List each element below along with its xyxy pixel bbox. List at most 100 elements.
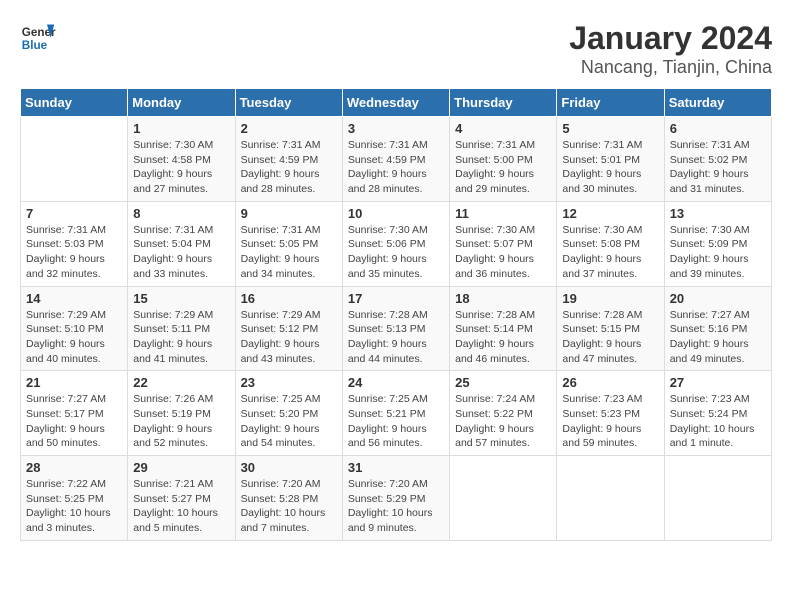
day-number: 6	[670, 121, 766, 136]
day-number: 29	[133, 460, 229, 475]
day-number: 22	[133, 375, 229, 390]
day-number: 19	[562, 291, 658, 306]
week-row-4: 21 Sunrise: 7:27 AMSunset: 5:17 PMDayligh…	[21, 371, 772, 456]
day-number: 25	[455, 375, 551, 390]
day-number: 23	[241, 375, 337, 390]
calendar-cell	[21, 117, 128, 202]
day-info: Sunrise: 7:29 AMSunset: 5:12 PMDaylight:…	[241, 308, 337, 367]
day-info: Sunrise: 7:28 AMSunset: 5:15 PMDaylight:…	[562, 308, 658, 367]
column-header-thursday: Thursday	[450, 89, 557, 117]
calendar-cell: 24 Sunrise: 7:25 AMSunset: 5:21 PMDayligh…	[342, 371, 449, 456]
calendar-cell: 16 Sunrise: 7:29 AMSunset: 5:12 PMDayligh…	[235, 286, 342, 371]
column-header-tuesday: Tuesday	[235, 89, 342, 117]
calendar-cell: 8 Sunrise: 7:31 AMSunset: 5:04 PMDaylight…	[128, 201, 235, 286]
day-info: Sunrise: 7:23 AMSunset: 5:23 PMDaylight:…	[562, 392, 658, 451]
day-number: 4	[455, 121, 551, 136]
day-info: Sunrise: 7:31 AMSunset: 5:01 PMDaylight:…	[562, 138, 658, 197]
calendar-cell: 29 Sunrise: 7:21 AMSunset: 5:27 PMDayligh…	[128, 456, 235, 541]
day-info: Sunrise: 7:26 AMSunset: 5:19 PMDaylight:…	[133, 392, 229, 451]
day-info: Sunrise: 7:25 AMSunset: 5:20 PMDaylight:…	[241, 392, 337, 451]
day-number: 18	[455, 291, 551, 306]
calendar-cell: 6Sunrise: 7:31 AMSunset: 5:02 PMDaylight…	[664, 117, 771, 202]
day-number: 13	[670, 206, 766, 221]
day-number: 30	[241, 460, 337, 475]
day-number: 8	[133, 206, 229, 221]
day-info: Sunrise: 7:22 AMSunset: 5:25 PMDaylight:…	[26, 477, 122, 536]
title-block: January 2024 Nancang, Tianjin, China	[569, 20, 772, 78]
day-info: Sunrise: 7:27 AMSunset: 5:17 PMDaylight:…	[26, 392, 122, 451]
calendar-table: SundayMondayTuesdayWednesdayThursdayFrid…	[20, 88, 772, 541]
calendar-cell: 21 Sunrise: 7:27 AMSunset: 5:17 PMDayligh…	[21, 371, 128, 456]
day-info: Sunrise: 7:28 AMSunset: 5:13 PMDaylight:…	[348, 308, 444, 367]
calendar-cell: 30Sunrise: 7:20 AMSunset: 5:28 PMDayligh…	[235, 456, 342, 541]
calendar-cell: 9Sunrise: 7:31 AMSunset: 5:05 PMDaylight…	[235, 201, 342, 286]
calendar-cell: 18 Sunrise: 7:28 AMSunset: 5:14 PMDayligh…	[450, 286, 557, 371]
day-info: Sunrise: 7:31 AMSunset: 5:04 PMDaylight:…	[133, 223, 229, 282]
calendar-cell: 13 Sunrise: 7:30 AMSunset: 5:09 PMDayligh…	[664, 201, 771, 286]
column-header-wednesday: Wednesday	[342, 89, 449, 117]
svg-text:Blue: Blue	[22, 39, 48, 52]
day-info: Sunrise: 7:30 AMSunset: 5:09 PMDaylight:…	[670, 223, 766, 282]
day-info: Sunrise: 7:27 AMSunset: 5:16 PMDaylight:…	[670, 308, 766, 367]
day-number: 21	[26, 375, 122, 390]
calendar-cell: 25 Sunrise: 7:24 AMSunset: 5:22 PMDayligh…	[450, 371, 557, 456]
page-subtitle: Nancang, Tianjin, China	[569, 57, 772, 78]
day-number: 17	[348, 291, 444, 306]
day-number: 31	[348, 460, 444, 475]
day-info: Sunrise: 7:21 AMSunset: 5:27 PMDaylight:…	[133, 477, 229, 536]
calendar-cell: 11Sunrise: 7:30 AMSunset: 5:07 PMDayligh…	[450, 201, 557, 286]
calendar-cell: 10Sunrise: 7:30 AMSunset: 5:06 PMDayligh…	[342, 201, 449, 286]
calendar-cell: 31 Sunrise: 7:20 AMSunset: 5:29 PMDayligh…	[342, 456, 449, 541]
logo: General Blue	[20, 20, 56, 56]
day-info: Sunrise: 7:31 AMSunset: 5:00 PMDaylight:…	[455, 138, 551, 197]
page-title: January 2024	[569, 20, 772, 57]
calendar-cell: 12 Sunrise: 7:30 AMSunset: 5:08 PMDayligh…	[557, 201, 664, 286]
day-number: 12	[562, 206, 658, 221]
calendar-cell: 15 Sunrise: 7:29 AMSunset: 5:11 PMDayligh…	[128, 286, 235, 371]
calendar-cell	[557, 456, 664, 541]
week-row-1: 1 Sunrise: 7:30 AMSunset: 4:58 PMDaylight…	[21, 117, 772, 202]
day-number: 26	[562, 375, 658, 390]
day-info: Sunrise: 7:31 AMSunset: 4:59 PMDaylight:…	[241, 138, 337, 197]
day-info: Sunrise: 7:25 AMSunset: 5:21 PMDaylight:…	[348, 392, 444, 451]
day-info: Sunrise: 7:23 AMSunset: 5:24 PMDaylight:…	[670, 392, 766, 451]
day-info: Sunrise: 7:30 AMSunset: 4:58 PMDaylight:…	[133, 138, 229, 197]
calendar-cell: 26 Sunrise: 7:23 AMSunset: 5:23 PMDayligh…	[557, 371, 664, 456]
column-header-saturday: Saturday	[664, 89, 771, 117]
calendar-cell: 28 Sunrise: 7:22 AMSunset: 5:25 PMDayligh…	[21, 456, 128, 541]
calendar-cell: 17 Sunrise: 7:28 AMSunset: 5:13 PMDayligh…	[342, 286, 449, 371]
day-info: Sunrise: 7:29 AMSunset: 5:10 PMDaylight:…	[26, 308, 122, 367]
day-number: 1	[133, 121, 229, 136]
day-info: Sunrise: 7:24 AMSunset: 5:22 PMDaylight:…	[455, 392, 551, 451]
calendar-cell: 22 Sunrise: 7:26 AMSunset: 5:19 PMDayligh…	[128, 371, 235, 456]
week-row-2: 7Sunrise: 7:31 AMSunset: 5:03 PMDaylight…	[21, 201, 772, 286]
page-header: General Blue January 2024 Nancang, Tianj…	[20, 20, 772, 78]
week-row-5: 28 Sunrise: 7:22 AMSunset: 5:25 PMDayligh…	[21, 456, 772, 541]
day-info: Sunrise: 7:29 AMSunset: 5:11 PMDaylight:…	[133, 308, 229, 367]
logo-icon: General Blue	[20, 20, 56, 56]
column-header-sunday: Sunday	[21, 89, 128, 117]
calendar-cell: 19 Sunrise: 7:28 AMSunset: 5:15 PMDayligh…	[557, 286, 664, 371]
calendar-cell	[664, 456, 771, 541]
day-number: 7	[26, 206, 122, 221]
day-number: 14	[26, 291, 122, 306]
calendar-cell: 7Sunrise: 7:31 AMSunset: 5:03 PMDaylight…	[21, 201, 128, 286]
day-number: 3	[348, 121, 444, 136]
column-header-monday: Monday	[128, 89, 235, 117]
day-info: Sunrise: 7:20 AMSunset: 5:29 PMDaylight:…	[348, 477, 444, 536]
day-info: Sunrise: 7:30 AMSunset: 5:07 PMDaylight:…	[455, 223, 551, 282]
day-number: 16	[241, 291, 337, 306]
day-number: 15	[133, 291, 229, 306]
day-number: 24	[348, 375, 444, 390]
calendar-cell: 4 Sunrise: 7:31 AMSunset: 5:00 PMDaylight…	[450, 117, 557, 202]
column-header-friday: Friday	[557, 89, 664, 117]
calendar-cell	[450, 456, 557, 541]
calendar-cell: 3 Sunrise: 7:31 AMSunset: 4:59 PMDaylight…	[342, 117, 449, 202]
calendar-cell: 20Sunrise: 7:27 AMSunset: 5:16 PMDayligh…	[664, 286, 771, 371]
calendar-cell: 14 Sunrise: 7:29 AMSunset: 5:10 PMDayligh…	[21, 286, 128, 371]
day-info: Sunrise: 7:28 AMSunset: 5:14 PMDaylight:…	[455, 308, 551, 367]
day-info: Sunrise: 7:30 AMSunset: 5:08 PMDaylight:…	[562, 223, 658, 282]
calendar-cell: 1 Sunrise: 7:30 AMSunset: 4:58 PMDaylight…	[128, 117, 235, 202]
day-number: 28	[26, 460, 122, 475]
day-info: Sunrise: 7:31 AMSunset: 4:59 PMDaylight:…	[348, 138, 444, 197]
